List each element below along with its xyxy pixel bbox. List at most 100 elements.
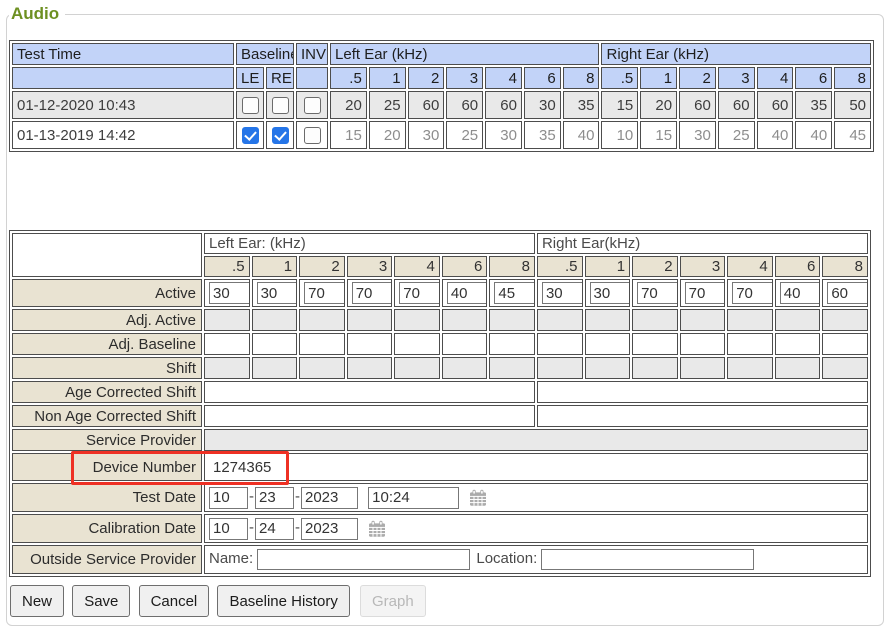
baseline-re-checkbox[interactable] bbox=[272, 127, 289, 144]
calendar-icon[interactable] bbox=[368, 520, 386, 538]
empty-header-cell bbox=[12, 67, 234, 89]
active-right-input[interactable] bbox=[780, 282, 821, 304]
threshold-value: 50 bbox=[834, 91, 871, 119]
test-date-row: Test Date -- bbox=[12, 483, 868, 512]
date-separator: - bbox=[295, 519, 300, 536]
col-header-le: LE bbox=[236, 67, 264, 89]
baseline-le-checkbox[interactable] bbox=[242, 127, 259, 144]
active-left-input[interactable] bbox=[257, 282, 298, 304]
test-date-month-input[interactable] bbox=[209, 487, 248, 509]
outside-provider-label: Outside Service Provider bbox=[12, 545, 202, 574]
threshold-value: 35 bbox=[563, 91, 600, 119]
device-number-row: Device Number bbox=[12, 453, 868, 481]
freq-header: 8 bbox=[834, 67, 871, 89]
empty-corner-cell bbox=[12, 233, 202, 277]
freq-header: 6 bbox=[775, 256, 821, 277]
date-separator: - bbox=[295, 488, 300, 505]
test-date-label: Test Date bbox=[12, 483, 202, 512]
threshold-value: 40 bbox=[757, 121, 794, 149]
threshold-value: 20 bbox=[330, 91, 367, 119]
threshold-value: 25 bbox=[446, 121, 483, 149]
active-right-input[interactable] bbox=[637, 282, 678, 304]
provider-name-label: Name: bbox=[209, 550, 253, 567]
active-right-input[interactable] bbox=[685, 282, 726, 304]
left-ear-header: Left Ear: (kHz) bbox=[204, 233, 535, 254]
ear-header-row: Left Ear: (kHz) Right Ear(kHz) bbox=[12, 233, 868, 254]
adj-active-row: Adj. Active bbox=[12, 309, 868, 331]
freq-header: 4 bbox=[394, 256, 440, 277]
shift-row: Shift bbox=[12, 357, 868, 379]
col-header-baseline: Baseline bbox=[236, 43, 294, 65]
empty-header-cell bbox=[296, 67, 328, 89]
baseline-le-checkbox[interactable] bbox=[242, 97, 259, 114]
freq-header: .5 bbox=[204, 256, 250, 277]
outside-provider-row: Outside Service Provider Name: Location: bbox=[12, 545, 868, 574]
device-number-label: Device Number bbox=[12, 453, 202, 481]
col-header-test-time: Test Time bbox=[12, 43, 234, 65]
cancel-button[interactable]: Cancel bbox=[139, 585, 210, 617]
freq-header: .5 bbox=[537, 256, 583, 277]
calibration-date-label: Calibration Date bbox=[12, 514, 202, 543]
col-header-inv: INV bbox=[296, 43, 328, 65]
calibration-year-input[interactable] bbox=[301, 518, 358, 540]
threshold-value: 60 bbox=[485, 91, 522, 119]
active-left-input[interactable] bbox=[304, 282, 345, 304]
freq-header: 8 bbox=[489, 256, 535, 277]
active-left-input[interactable] bbox=[352, 282, 393, 304]
threshold-value: 60 bbox=[757, 91, 794, 119]
adj-baseline-row: Adj. Baseline bbox=[12, 333, 868, 355]
active-left-input[interactable] bbox=[399, 282, 440, 304]
calibration-day-input[interactable] bbox=[255, 518, 294, 540]
service-provider-row: Service Provider bbox=[12, 429, 868, 451]
action-button-bar: New Save Cancel Baseline History Graph bbox=[10, 585, 881, 617]
threshold-value: 35 bbox=[524, 121, 561, 149]
test-time-input[interactable] bbox=[368, 487, 459, 509]
save-button[interactable]: Save bbox=[72, 585, 130, 617]
date-separator: - bbox=[249, 519, 254, 536]
adj-baseline-row-label: Adj. Baseline bbox=[12, 333, 202, 355]
provider-name-input[interactable] bbox=[257, 549, 470, 570]
active-left-input[interactable] bbox=[209, 282, 250, 304]
freq-header: 3 bbox=[347, 256, 393, 277]
threshold-value: 30 bbox=[679, 121, 716, 149]
active-left-input[interactable] bbox=[447, 282, 488, 304]
active-right-input[interactable] bbox=[542, 282, 583, 304]
freq-header: 2 bbox=[679, 67, 716, 89]
provider-location-label: Location: bbox=[476, 550, 537, 567]
threshold-value: 15 bbox=[640, 121, 677, 149]
active-right-input[interactable] bbox=[827, 282, 868, 304]
baseline-re-checkbox[interactable] bbox=[272, 97, 289, 114]
freq-header: 3 bbox=[718, 67, 755, 89]
freq-header: 6 bbox=[795, 67, 832, 89]
active-right-input[interactable] bbox=[732, 282, 773, 304]
history-subheader-row: LE RE .5 1 2 3 4 6 8 .5 1 2 3 4 6 8 bbox=[12, 67, 871, 89]
baseline-history-button[interactable]: Baseline History bbox=[217, 585, 349, 617]
active-right-input[interactable] bbox=[590, 282, 631, 304]
freq-header: 4 bbox=[757, 67, 794, 89]
calibration-month-input[interactable] bbox=[209, 518, 248, 540]
active-left-input[interactable] bbox=[494, 282, 535, 304]
history-row-2020: 01-12-2020 10:43 20 25 60 60 60 30 35 15… bbox=[12, 91, 871, 119]
freq-header: 2 bbox=[299, 256, 345, 277]
freq-header: 4 bbox=[727, 256, 773, 277]
threshold-value: 10 bbox=[601, 121, 638, 149]
service-provider-value bbox=[204, 429, 868, 451]
inv-checkbox[interactable] bbox=[304, 127, 321, 144]
freq-header: 3 bbox=[680, 256, 726, 277]
calendar-icon[interactable] bbox=[469, 489, 487, 507]
inv-checkbox[interactable] bbox=[304, 97, 321, 114]
freq-header: 4 bbox=[485, 67, 522, 89]
test-date-year-input[interactable] bbox=[301, 487, 358, 509]
device-number-input[interactable] bbox=[209, 456, 453, 478]
threshold-value: 20 bbox=[640, 91, 677, 119]
graph-button: Graph bbox=[360, 585, 426, 617]
test-time-value: 01-12-2020 10:43 bbox=[12, 91, 234, 119]
test-date-day-input[interactable] bbox=[255, 487, 294, 509]
freq-header: 1 bbox=[252, 256, 298, 277]
new-button[interactable]: New bbox=[10, 585, 64, 617]
freq-header: 1 bbox=[369, 67, 406, 89]
non-age-corrected-shift-label: Non Age Corrected Shift bbox=[12, 405, 202, 427]
provider-location-input[interactable] bbox=[541, 549, 754, 570]
threshold-value: 40 bbox=[795, 121, 832, 149]
threshold-value: 25 bbox=[369, 91, 406, 119]
